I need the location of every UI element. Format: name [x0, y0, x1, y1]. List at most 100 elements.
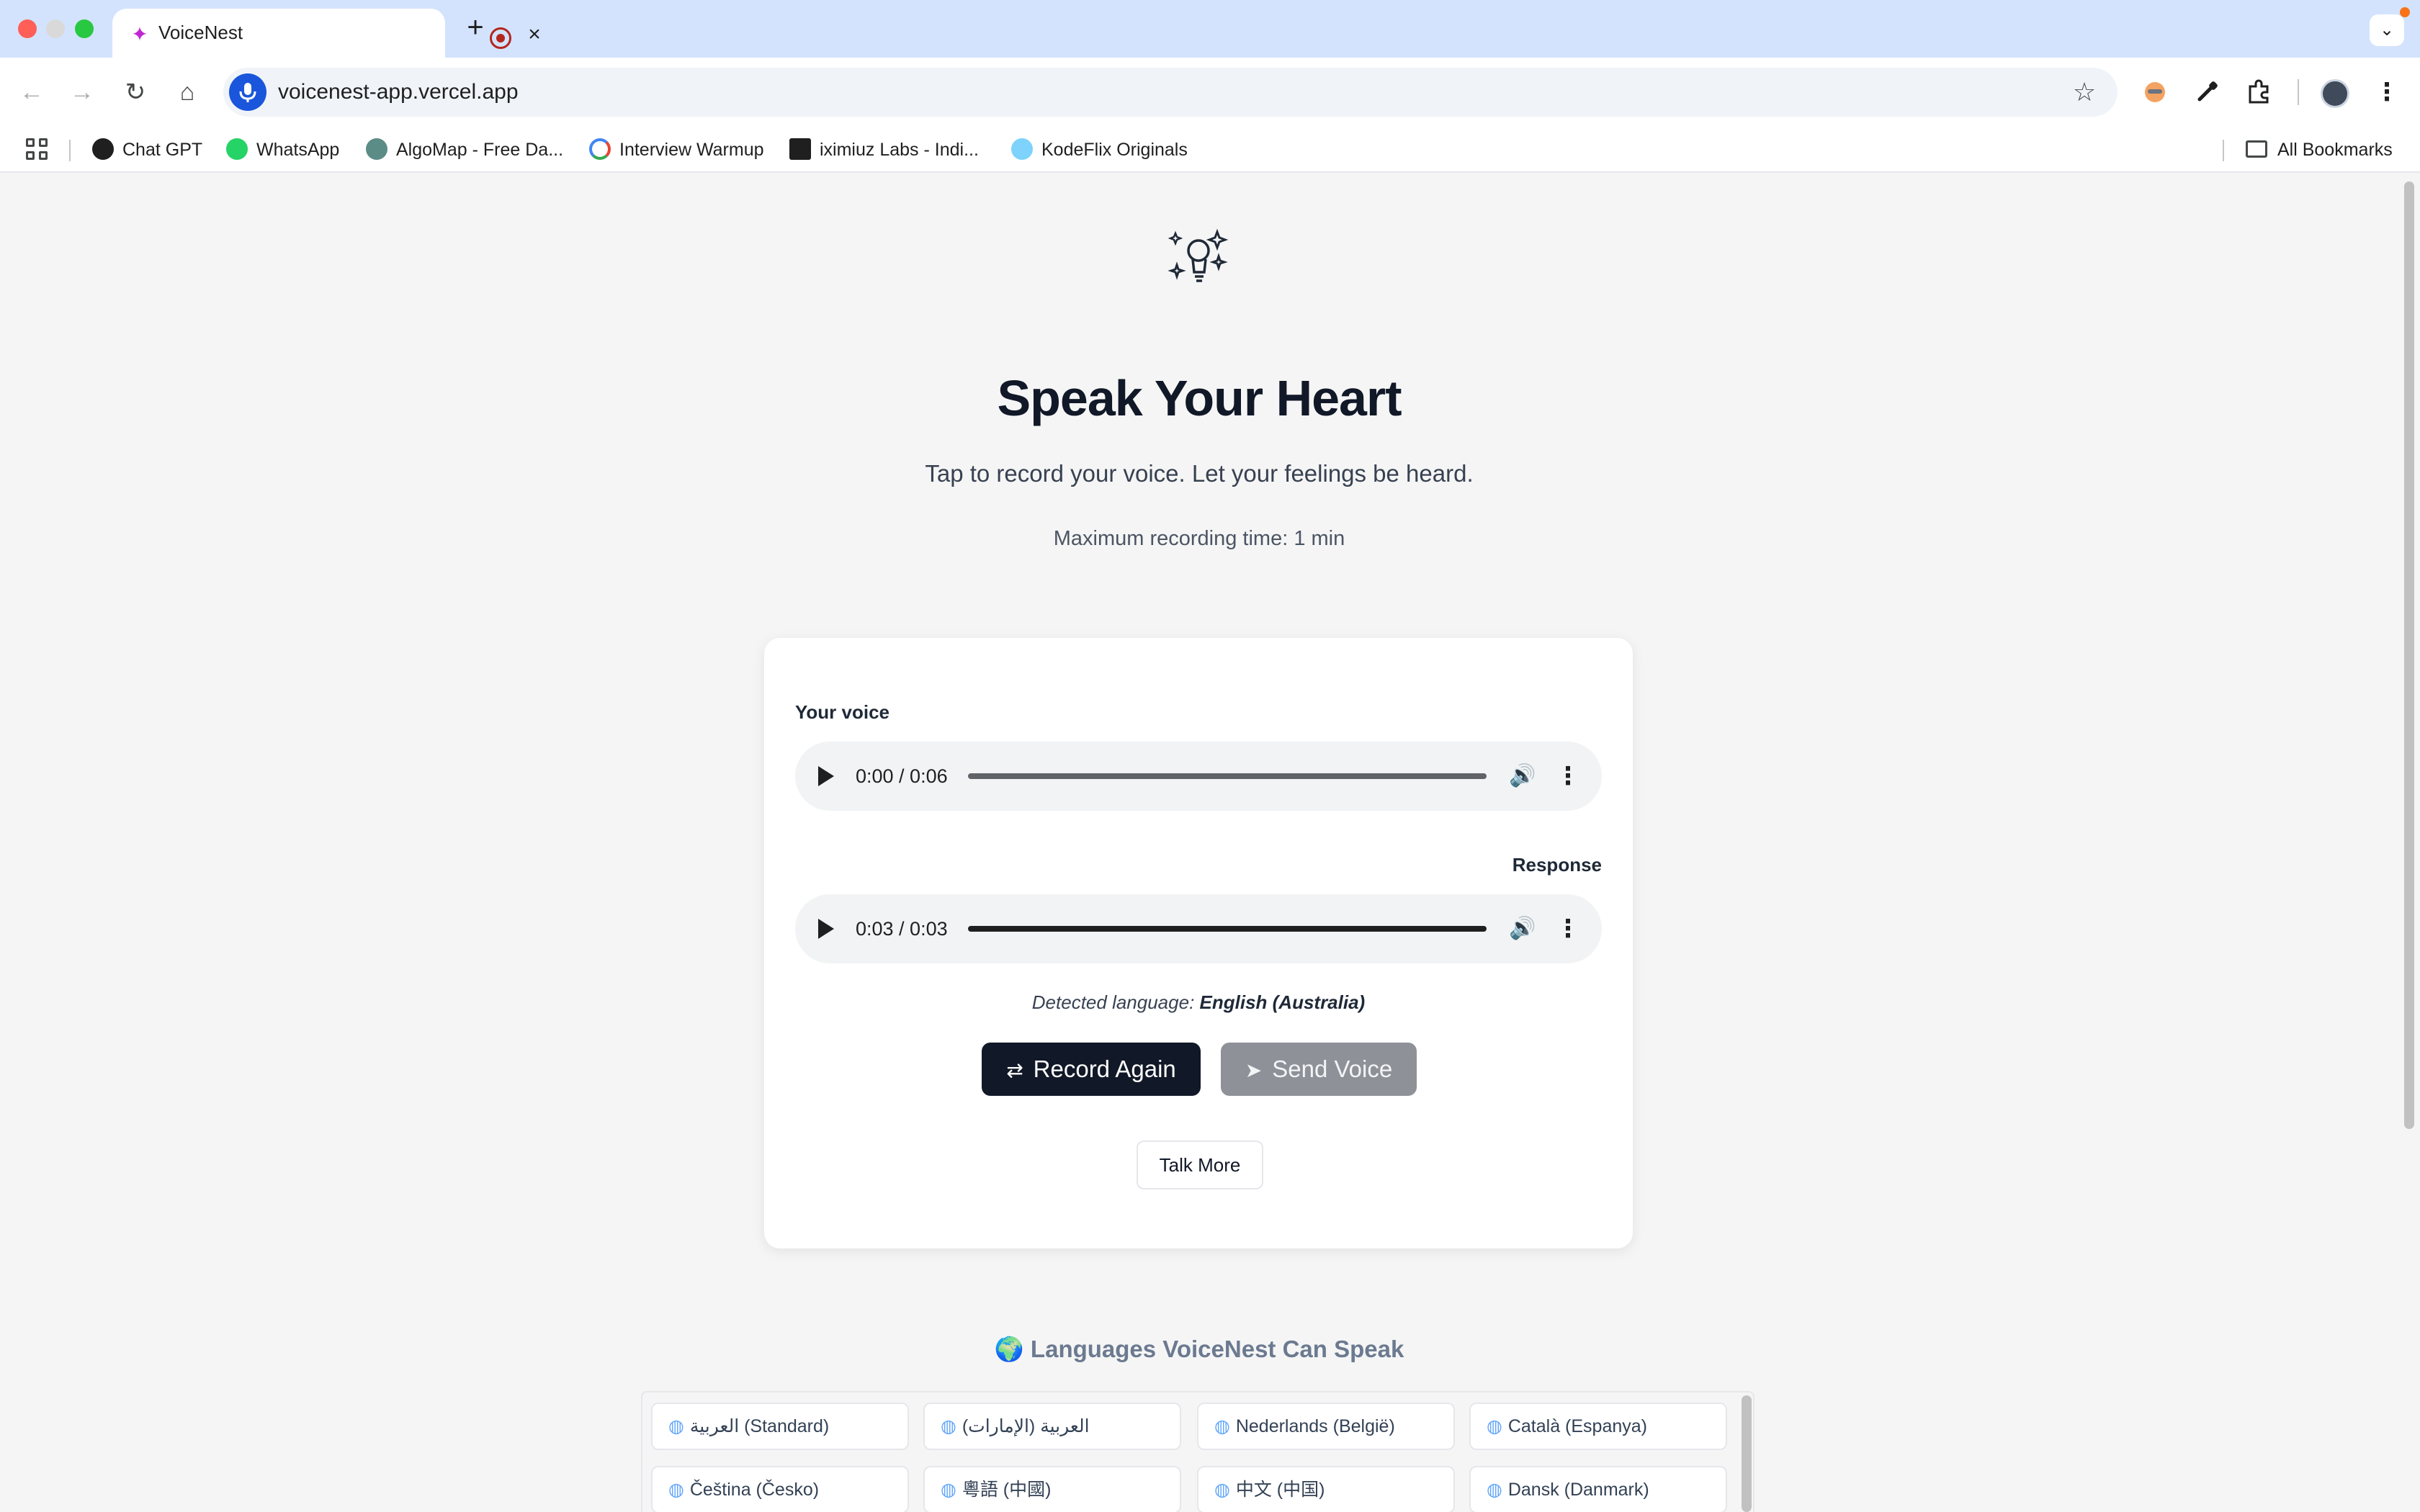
kodeflix-icon — [1011, 138, 1033, 161]
send-voice-label: Send Voice — [1272, 1056, 1393, 1082]
globe-icon: ◍ — [1487, 1480, 1502, 1500]
globe-icon: ◍ — [668, 1416, 684, 1436]
response-label: Response — [1512, 854, 1602, 876]
extension-avatar-icon[interactable] — [2138, 75, 2172, 109]
profile-avatar[interactable] — [2321, 79, 2349, 108]
lightbulb-sparkle-icon — [1168, 229, 1229, 282]
bookmark-label: iximiuz Labs - Indi... — [820, 140, 979, 160]
tab-search-button[interactable]: ⌄ — [2370, 14, 2404, 46]
play-icon[interactable] — [818, 919, 834, 939]
response-audio-player[interactable]: 0:03 / 0:03 🔊 ⋮ — [795, 894, 1602, 963]
window-close-button[interactable] — [18, 19, 37, 38]
microphone-icon[interactable] — [229, 73, 266, 111]
home-icon[interactable]: ⌂ — [170, 75, 205, 109]
more-options-icon[interactable]: ⋮ — [1556, 914, 1580, 943]
voice-audio-player[interactable]: 0:00 / 0:06 🔊 ⋮ — [795, 742, 1602, 811]
eyedropper-icon[interactable] — [2190, 75, 2224, 109]
bookmark-whatsapp[interactable]: WhatsApp — [226, 135, 339, 164]
languages-scrollbar[interactable] — [1742, 1395, 1752, 1512]
audio-time: 0:00 / 0:06 — [856, 765, 948, 787]
bookmark-label: WhatsApp — [256, 140, 340, 160]
record-again-button[interactable]: ⇄ Record Again — [982, 1043, 1201, 1096]
algomap-icon — [366, 138, 387, 161]
iximiuz-icon — [789, 138, 811, 161]
send-voice-button[interactable]: ➤ Send Voice — [1221, 1043, 1417, 1096]
address-bar[interactable]: voicenest-app.vercel.app ☆ — [223, 68, 2118, 117]
language-chip[interactable]: ◍ Nederlands (België) — [1197, 1403, 1455, 1450]
url-text: voicenest-app.vercel.app — [278, 80, 519, 104]
window-minimize-button[interactable] — [46, 19, 65, 38]
more-options-icon[interactable]: ⋮ — [1556, 762, 1580, 791]
send-icon: ➤ — [1245, 1059, 1263, 1081]
window-maximize-button[interactable] — [75, 19, 94, 38]
detected-language-value: English (Australia) — [1199, 991, 1366, 1013]
reload-icon[interactable]: ↻ — [118, 75, 153, 109]
audio-progress-track[interactable] — [968, 773, 1487, 779]
browser-tab-active[interactable]: ✦ VoiceNest × — [112, 9, 541, 59]
chatgpt-icon — [92, 138, 114, 161]
recording-indicator-icon — [490, 27, 511, 49]
play-icon[interactable] — [818, 766, 834, 786]
bookmark-label: KodeFlix Originals — [1041, 140, 1188, 160]
toolbar-divider — [2298, 79, 2299, 105]
voice-label: Your voice — [795, 701, 890, 723]
extensions-puzzle-icon[interactable] — [2241, 75, 2276, 109]
new-tab-button[interactable]: + — [461, 13, 490, 42]
page-scrollbar-thumb[interactable] — [2404, 181, 2414, 1129]
whatsapp-icon — [226, 138, 248, 161]
volume-icon[interactable]: 🔊 — [1508, 762, 1537, 791]
globe-icon: ◍ — [1214, 1416, 1230, 1436]
notification-dot — [2400, 7, 2410, 17]
bookmark-star-icon[interactable]: ☆ — [2070, 78, 2099, 107]
all-bookmarks-label: All Bookmarks — [2277, 140, 2393, 160]
language-name: 粵語 (中國) — [962, 1480, 1052, 1500]
detected-language-prefix: Detected language: — [1031, 991, 1200, 1013]
back-arrow-icon[interactable]: ← — [14, 75, 49, 109]
bookmark-label: Interview Warmup — [619, 140, 764, 160]
bookmark-iximiuz[interactable]: iximiuz Labs - Indi... — [789, 135, 979, 164]
language-chip[interactable]: ◍ 中文 (中国) — [1197, 1466, 1455, 1512]
bookmark-algomap[interactable]: AlgoMap - Free Da... — [366, 135, 563, 164]
bookmark-interview-warmup[interactable]: Interview Warmup — [589, 135, 764, 164]
language-name: Nederlands (België) — [1235, 1416, 1395, 1436]
language-name: Dansk (Danmark) — [1507, 1480, 1649, 1500]
language-chip[interactable]: ◍ Dansk (Danmark) — [1469, 1466, 1727, 1512]
page-title: Speak Your Heart — [997, 370, 1402, 426]
globe-icon: ◍ — [941, 1480, 956, 1500]
language-chip[interactable]: ◍ العربية (الإمارات) — [923, 1403, 1181, 1450]
more-menu-icon[interactable]: ⋮ — [2370, 75, 2404, 109]
close-icon[interactable]: × — [521, 22, 547, 48]
globe-icon: ◍ — [1487, 1416, 1502, 1436]
languages-heading: 🌍 Languages VoiceNest Can Speak — [994, 1336, 1404, 1362]
language-chip[interactable]: ◍ 粵語 (中國) — [923, 1466, 1181, 1512]
volume-icon[interactable]: 🔊 — [1508, 914, 1537, 943]
audio-progress-track[interactable] — [968, 926, 1487, 932]
language-name: 中文 (中国) — [1235, 1480, 1325, 1500]
browser-toolbar: ← → ↻ ⌂ voicenest-app.vercel.app ☆ ⋮ — [0, 58, 2420, 127]
apps-grid-icon[interactable] — [26, 138, 49, 161]
bookmark-kodeflix[interactable]: KodeFlix Originals — [1011, 135, 1188, 164]
repeat-icon: ⇄ — [1006, 1059, 1023, 1081]
bookmarks-bar: Chat GPT WhatsApp AlgoMap - Free Da... I… — [0, 127, 2420, 173]
bookmark-chatgpt[interactable]: Chat GPT — [92, 135, 202, 164]
all-bookmarks-button[interactable]: All Bookmarks — [2246, 135, 2393, 164]
bookmarks-divider — [2223, 140, 2224, 161]
record-again-label: Record Again — [1033, 1056, 1176, 1082]
talk-more-button[interactable]: Talk More — [1137, 1140, 1263, 1189]
language-chip[interactable]: ◍ Čeština (Česko) — [651, 1466, 909, 1512]
globe-icon: ◍ — [941, 1416, 956, 1436]
language-chip[interactable]: ◍ Català (Espanya) — [1469, 1403, 1727, 1450]
bookmark-label: AlgoMap - Free Da... — [396, 140, 564, 160]
language-name: العربية (Standard) — [689, 1416, 830, 1436]
forward-arrow-icon[interactable]: → — [65, 75, 99, 109]
language-name: Català (Espanya) — [1507, 1416, 1647, 1436]
tab-strip: ✦ VoiceNest × + ⌄ — [0, 0, 2420, 59]
google-icon — [589, 138, 611, 161]
audio-time: 0:03 / 0:03 — [856, 918, 948, 940]
folder-icon — [2246, 140, 2267, 158]
language-chip[interactable]: ◍ العربية (Standard) — [651, 1403, 909, 1450]
tab-title: VoiceNest — [158, 22, 243, 43]
sparkle-bulb-icon: ✦ — [131, 23, 148, 45]
bookmarks-divider — [69, 140, 71, 161]
languages-list[interactable]: ◍ العربية (Standard) ◍ العربية (الإمارات) … — [641, 1391, 1754, 1512]
